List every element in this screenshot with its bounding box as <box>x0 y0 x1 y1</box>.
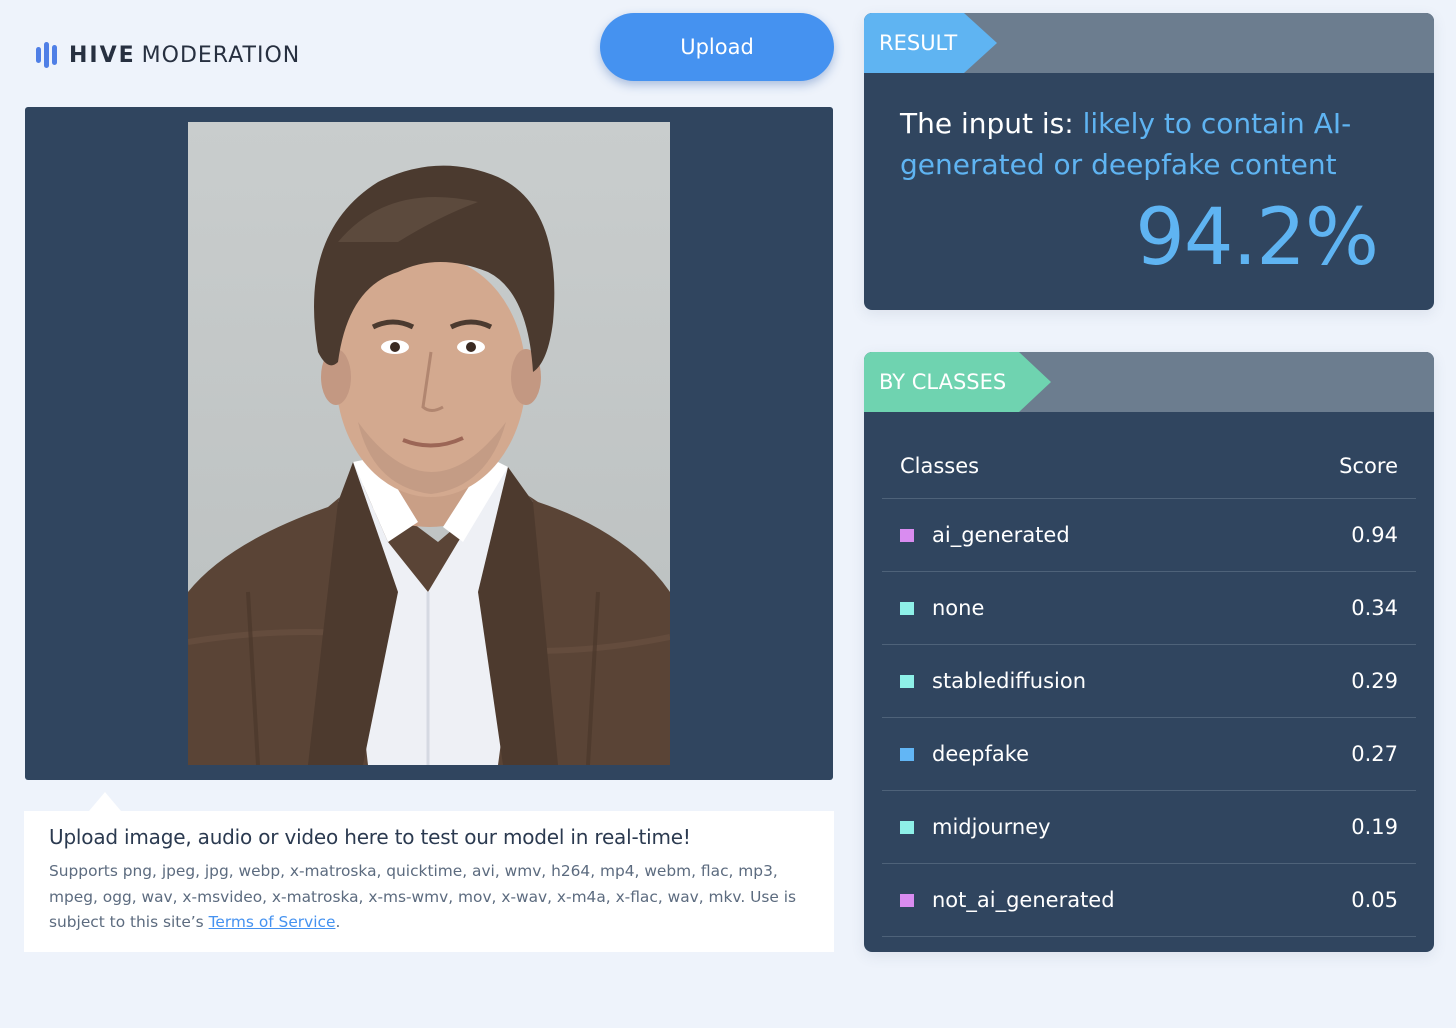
class-score: 0.34 <box>1351 596 1398 620</box>
class-score: 0.19 <box>1351 815 1398 839</box>
hive-logo-icon <box>36 42 57 68</box>
class-cell: deepfake <box>900 742 1029 766</box>
class-score: 0.27 <box>1351 742 1398 766</box>
upload-instructions: Upload image, audio or video here to tes… <box>24 811 834 952</box>
logo-text-bold: HIVE <box>69 42 136 68</box>
classes-table-header: Classes Score <box>882 433 1416 499</box>
table-row: midjourney 0.19 <box>882 791 1416 864</box>
column-header-classes: Classes <box>900 453 980 478</box>
class-cell: stablediffusion <box>900 669 1086 693</box>
terms-of-service-link[interactable]: Terms of Service <box>209 913 336 931</box>
by-classes-tab: BY CLASSES <box>864 352 1051 412</box>
caption-pointer <box>89 792 121 811</box>
class-name: not_ai_generated <box>932 888 1115 912</box>
class-cell: midjourney <box>900 815 1051 839</box>
media-preview-panel <box>25 107 833 780</box>
class-color-swatch <box>900 893 914 907</box>
result-tab: RESULT <box>864 13 997 73</box>
class-name: deepfake <box>932 742 1030 766</box>
class-score: 0.94 <box>1351 523 1398 547</box>
class-name: midjourney <box>932 815 1051 839</box>
table-row: not_ai_generated 0.05 <box>882 864 1416 937</box>
class-cell: not_ai_generated <box>900 888 1115 912</box>
result-prefix: The input is: <box>900 107 1083 140</box>
supported-formats-end: . <box>335 913 341 931</box>
class-color-swatch <box>900 820 914 834</box>
by-classes-header: BY CLASSES <box>864 352 1434 412</box>
class-score: 0.05 <box>1351 888 1398 912</box>
upload-button[interactable]: Upload <box>600 13 834 81</box>
result-card: RESULT The input is: likely to contain A… <box>864 13 1434 310</box>
table-row: none 0.34 <box>882 572 1416 645</box>
upload-instructions-title: Upload image, audio or video here to tes… <box>49 825 691 849</box>
class-cell: none <box>900 596 984 620</box>
class-name: ai_generated <box>932 523 1070 547</box>
class-name: stablediffusion <box>932 669 1087 693</box>
class-color-swatch <box>900 747 914 761</box>
supported-formats-text: Supports png, jpeg, jpg, webp, x-matrosk… <box>49 859 810 936</box>
column-header-score: Score <box>1339 453 1398 478</box>
result-card-header: RESULT <box>864 13 1434 73</box>
result-statement: The input is: likely to contain AI-gener… <box>900 103 1398 185</box>
result-body: The input is: likely to contain AI-gener… <box>864 73 1434 185</box>
by-classes-card: BY CLASSES Classes Score ai_generated 0.9… <box>864 352 1434 952</box>
supported-formats-body: Supports png, jpeg, jpg, webp, x-matrosk… <box>49 862 797 931</box>
class-color-swatch <box>900 528 914 542</box>
logo-text-light: MODERATION <box>141 42 301 68</box>
class-score: 0.29 <box>1351 669 1398 693</box>
result-percentage: 94.2% <box>1135 193 1379 283</box>
classes-table-rows: ai_generated 0.94 none 0.34 stablediffusion 0… <box>882 499 1416 937</box>
class-color-swatch <box>900 601 914 615</box>
table-row: stablediffusion 0.29 <box>882 645 1416 718</box>
class-color-swatch <box>900 674 914 688</box>
class-name: none <box>932 596 985 620</box>
uploaded-portrait-image <box>188 122 670 765</box>
hive-moderation-logo[interactable]: HIVE MODERATION <box>36 40 300 70</box>
table-row: ai_generated 0.94 <box>882 499 1416 572</box>
table-row: deepfake 0.27 <box>882 718 1416 791</box>
classes-table: Classes Score ai_generated 0.94 none 0.34 st… <box>882 433 1416 937</box>
class-cell: ai_generated <box>900 523 1070 547</box>
